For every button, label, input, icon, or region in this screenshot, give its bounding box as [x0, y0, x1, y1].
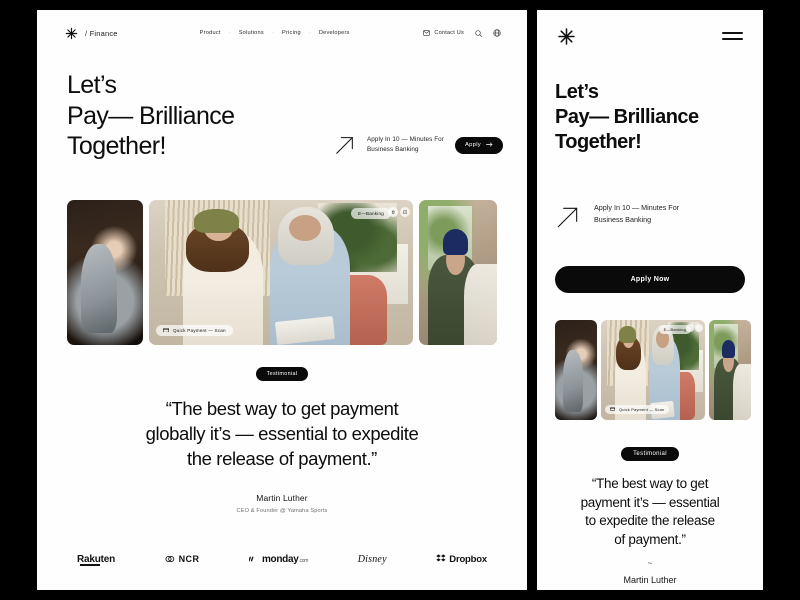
brand-logo[interactable]: / Finance — [65, 27, 118, 40]
mobile-page-title: Let’s Pay— Brilliance Together! — [555, 80, 755, 155]
desktop-header-actions: Contact Us — [423, 29, 501, 37]
mobile-preview-panel: Let’s Pay— Brilliance Together! Apply In… — [537, 10, 763, 590]
mobile-headline-line-1: Let’s — [555, 81, 599, 103]
quote-line-1: “The best way to get payment — [165, 398, 399, 419]
apply-now-label: Apply Now — [630, 276, 670, 283]
hero-cta-text-line-1: Apply In 10 — Minutes For — [366, 136, 444, 144]
mail-icon — [423, 30, 431, 36]
search-icon[interactable] — [475, 29, 482, 37]
asterisk-icon — [65, 27, 78, 40]
ncr-mark-icon — [165, 550, 176, 568]
headline-line-2: Pay— Brilliance — [67, 101, 235, 130]
contact-us-link[interactable]: Contact Us — [423, 30, 464, 36]
mobile-header — [537, 10, 763, 62]
arrow-up-right-icon — [334, 134, 356, 156]
arrow-up-right-icon — [555, 204, 581, 230]
quote-line-3: the release of payment.” — [187, 447, 377, 469]
ebanking-badge[interactable]: E—Banking — [350, 208, 391, 219]
nav-separator: · — [228, 30, 231, 36]
monday-mark-icon — [248, 550, 259, 568]
expand-icon[interactable] — [695, 324, 703, 332]
testimonial-quote: “The best way to get payment globally it… — [82, 397, 482, 471]
nav-item-pricing[interactable]: Pricing — [278, 28, 305, 38]
monday-label: monday.com — [261, 553, 309, 565]
mobile-cta-group: Apply In 10 — Minutes For Business Banki… — [555, 202, 747, 230]
nav-item-solutions[interactable]: Solutions — [235, 28, 268, 38]
mobile-quote-line-4: of payment.” — [614, 531, 686, 547]
mobile-quick-payment-badge[interactable]: Quick Payment — Scan — [605, 405, 670, 414]
hamburger-menu-icon[interactable] — [722, 32, 743, 40]
contact-us-label: Contact Us — [434, 30, 464, 36]
logo-dropbox: Dropbox — [436, 550, 487, 568]
testimonial-role: CEO & Founder @ Yamaha Sports — [236, 508, 328, 515]
hero-image-row: Quick Payment — Scan E—Banking — [67, 200, 497, 345]
logo-monday: monday.com — [248, 550, 309, 568]
mobile-cta-text: Apply In 10 — Minutes For Business Banki… — [594, 202, 679, 225]
ebanking-label: E—Banking — [357, 211, 384, 216]
apply-now-button[interactable]: Apply Now — [555, 266, 745, 293]
hero-cta-text-line-2: Business Banking — [366, 146, 419, 153]
mobile-quote-line-3: to expedite the release — [585, 513, 715, 529]
nav-separator: · — [308, 30, 311, 36]
quick-payment-badge[interactable]: Quick Payment — Scan — [156, 324, 233, 336]
card-icon — [163, 327, 169, 334]
desktop-header: / Finance Product · Solutions · Pricing … — [37, 10, 527, 56]
mobile-quote-line-2: payment it’s — essential — [580, 494, 720, 510]
globe-icon[interactable] — [493, 29, 501, 37]
desktop-nav: Product · Solutions · Pricing · Develope… — [196, 28, 354, 38]
nav-separator: · — [271, 30, 274, 36]
mobile-hero-image-left[interactable] — [555, 320, 597, 420]
headline-line-1: Let’s — [67, 71, 117, 99]
arrow-right-icon — [486, 141, 493, 149]
expand-icon[interactable] — [400, 207, 410, 217]
testimonial-divider: ~ — [647, 558, 653, 568]
asterisk-icon[interactable] — [557, 27, 576, 46]
logo-disney: Disney — [357, 553, 387, 565]
desktop-preview-panel: / Finance Product · Solutions · Pricing … — [37, 10, 527, 590]
hero-image-left[interactable] — [67, 200, 143, 345]
apply-button-label: Apply — [464, 142, 481, 148]
quick-payment-label: Quick Payment — Scan — [173, 327, 226, 333]
hero-cta-text: Apply In 10 — Minutes For Business Banki… — [367, 135, 444, 155]
dropbox-mark-icon — [436, 550, 446, 568]
hero-cta-group: Apply In 10 — Minutes For Business Banki… — [334, 134, 503, 156]
partner-logo-bar: Rakuten NCR monday.com Disney Dropbox — [77, 550, 487, 568]
mobile-testimonial-quote: “The best way to get payment it’s — esse… — [553, 475, 747, 550]
mobile-cta-text-line-2: Business Banking — [594, 214, 652, 224]
mobile-quote-line-1: “The best way to get — [591, 476, 709, 491]
delete-icon[interactable] — [685, 324, 694, 332]
mobile-image-controls — [685, 324, 703, 332]
mobile-ebanking-label: E—Banking — [663, 327, 686, 332]
screenshot-stage: / Finance Product · Solutions · Pricing … — [0, 0, 800, 600]
mobile-image-row: Quick Payment — Scan E—Banking — [555, 320, 751, 420]
nav-item-developers[interactable]: Developers — [315, 28, 354, 38]
desktop-hero: Let’s Pay— Brilliance Together! Apply In… — [37, 70, 527, 162]
brand-name: / Finance — [85, 28, 118, 38]
ncr-label: NCR — [178, 554, 200, 564]
testimonial-badge: Testimonial — [255, 367, 309, 381]
mobile-testimonial-badge: Testimonial — [621, 447, 679, 461]
card-icon — [610, 407, 615, 412]
mobile-headline-line-3: Together! — [555, 131, 642, 153]
hero-image-right[interactable] — [419, 200, 497, 345]
mobile-quick-payment-label: Quick Payment — Scan — [619, 407, 665, 412]
logo-ncr: NCR — [165, 550, 200, 568]
mobile-hero-image-right[interactable] — [709, 320, 751, 420]
nav-item-product[interactable]: Product — [196, 28, 225, 38]
apply-button[interactable]: Apply — [454, 136, 503, 154]
mobile-hero-image-center[interactable]: Quick Payment — Scan E—Banking — [601, 320, 705, 420]
mobile-testimonial-author: Martin Luther — [623, 575, 677, 586]
mobile-testimonial: Testimonial “The best way to get payment… — [537, 442, 763, 585]
desktop-testimonial: Testimonial “The best way to get payment… — [37, 362, 527, 514]
hero-image-center[interactable]: Quick Payment — Scan E—Banking — [149, 200, 413, 345]
delete-icon[interactable] — [388, 207, 398, 217]
mobile-cta-text-line-1: Apply In 10 — Minutes For — [594, 203, 680, 212]
mobile-headline-line-2: Pay— Brilliance — [555, 106, 699, 128]
dropbox-label: Dropbox — [449, 553, 487, 565]
logo-rakuten: Rakuten — [77, 553, 116, 566]
testimonial-author: Martin Luther — [256, 493, 308, 504]
quote-line-2: globally it’s — essential to expedite — [145, 422, 419, 444]
image-controls — [388, 207, 410, 217]
